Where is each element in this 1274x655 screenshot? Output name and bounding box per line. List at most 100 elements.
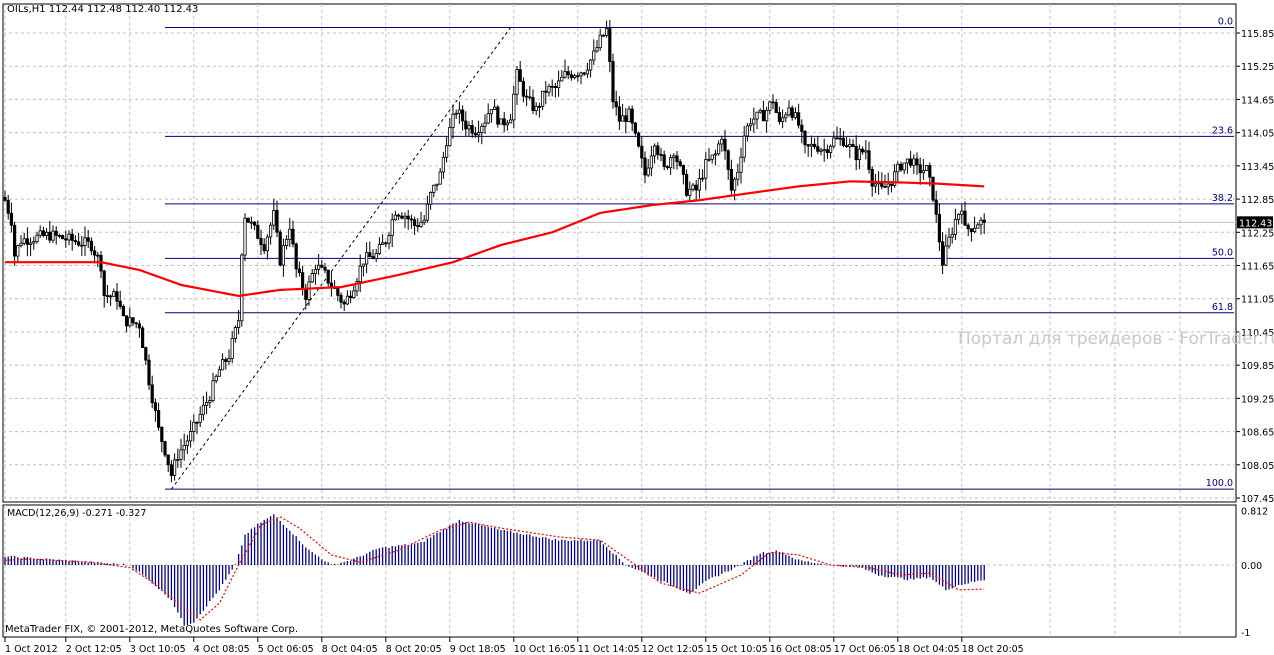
- x-axis-tick-label: 12 Oct 12:05: [642, 644, 704, 655]
- bull-candle-body: [176, 459, 180, 461]
- bear-candle-body: [140, 327, 145, 349]
- y-axis-tick-label: 109.85: [1241, 361, 1274, 372]
- bull-candle-body: [809, 143, 814, 147]
- bull-candle-body: [432, 184, 436, 193]
- bear-candle-body: [25, 238, 30, 245]
- y-axis-tick-label: 115.25: [1241, 62, 1274, 73]
- bull-candle-body: [208, 400, 212, 403]
- bear-candle-body: [329, 282, 334, 288]
- bull-candle-body: [768, 101, 772, 111]
- price-chart[interactable]: 115.85 115.25 114.65 114.05 113.45 112.85 112.…: [0, 0, 1274, 655]
- bull-candle-body: [28, 242, 33, 245]
- y-axis-tick-label: 114.65: [1241, 95, 1274, 106]
- candle: [121, 304, 125, 317]
- bear-candle-body: [550, 85, 554, 88]
- bull-candle-body: [896, 163, 900, 173]
- bull-candle-body: [579, 72, 583, 77]
- bull-candle-body: [905, 158, 910, 164]
- bear-candle-body: [576, 75, 580, 78]
- bear-candle-body: [54, 230, 58, 236]
- bull-candle-body: [758, 109, 762, 113]
- x-axis-tick-label: 15 Oct 10:05: [706, 644, 768, 655]
- bear-candle-body: [521, 80, 526, 97]
- current-price-label: 112.43: [1239, 218, 1272, 229]
- bear-candle-body: [662, 154, 666, 167]
- y-axis-tick-label: 107.45: [1241, 494, 1274, 505]
- y-axis-tick-label: 108.65: [1241, 428, 1274, 439]
- bull-candle-body: [441, 156, 446, 173]
- bear-candle-body: [163, 441, 167, 456]
- bull-candle-body: [976, 224, 980, 229]
- bull-candle-body: [316, 264, 321, 270]
- bear-candle-body: [502, 118, 506, 126]
- bear-candle-body: [899, 163, 903, 171]
- y-axis-tick-label: 112.85: [1241, 195, 1274, 206]
- y-axis-tick-label: 114.05: [1241, 129, 1274, 140]
- bull-candle-body: [284, 239, 289, 247]
- bull-candle-body: [211, 380, 215, 401]
- bull-candle-body: [515, 69, 519, 95]
- x-axis-tick-label: 16 Oct 08:05: [770, 644, 832, 655]
- bear-candle-body: [659, 154, 663, 156]
- bull-candle-body: [688, 188, 692, 196]
- bear-candle-body: [86, 237, 90, 242]
- bull-candle-body: [563, 71, 567, 78]
- bull-candle-body: [358, 265, 362, 282]
- bear-candle-body: [294, 243, 298, 270]
- bear-candle-body: [144, 347, 148, 361]
- bull-candle-body: [201, 404, 205, 415]
- bull-candle-body: [387, 235, 391, 244]
- bear-candle-body: [544, 90, 548, 93]
- bull-candle-body: [307, 281, 311, 300]
- candle: [246, 217, 250, 223]
- bull-candle-body: [486, 113, 490, 124]
- x-axis-tick-label: 18 Oct 20:05: [962, 644, 1024, 655]
- bear-candle-body: [224, 359, 228, 362]
- bull-candle-body: [957, 213, 961, 220]
- bear-candle-body: [915, 158, 919, 166]
- bull-candle-body: [781, 117, 785, 123]
- bull-candle-body: [288, 228, 292, 240]
- bull-candle-body: [230, 338, 234, 359]
- bear-candle-body: [694, 184, 698, 191]
- bull-candle-body: [217, 369, 221, 377]
- bear-candle-body: [300, 272, 305, 289]
- bull-candle-body: [829, 145, 833, 153]
- bull-candle-body: [745, 125, 750, 137]
- bull-candle-body: [960, 210, 964, 215]
- bull-candle-body: [701, 177, 705, 180]
- bear-candle-body: [777, 112, 782, 123]
- bear-candle-body: [252, 221, 257, 226]
- bear-candle-body: [726, 150, 730, 170]
- bull-candle-body: [557, 80, 561, 89]
- bear-candle-body: [147, 359, 151, 386]
- bull-candle-body: [925, 165, 929, 172]
- watermark: Портал для трейдеров - ForTrader.ru: [958, 329, 1274, 349]
- bear-candle-body: [854, 146, 858, 161]
- bull-candle-body: [755, 111, 759, 120]
- bull-candle-body: [448, 127, 452, 147]
- bear-candle-body: [409, 218, 414, 221]
- bear-candle-body: [73, 240, 77, 243]
- bull-candle-body: [598, 34, 602, 49]
- bull-candle-body: [428, 192, 433, 205]
- y-axis-tick-label: 115.85: [1241, 29, 1274, 40]
- bear-candle-body: [464, 120, 468, 130]
- bull-candle-body: [438, 171, 442, 185]
- bear-candle-body: [963, 210, 967, 226]
- bear-candle-body: [937, 213, 942, 243]
- bull-candle-body: [204, 401, 209, 406]
- bear-candle-body: [156, 410, 161, 428]
- bear-candle-body: [566, 71, 570, 76]
- bear-candle-body: [969, 228, 974, 232]
- bull-candle-body: [352, 290, 356, 299]
- bull-candle-body: [541, 90, 545, 107]
- fib-level-label: 38.2: [1212, 193, 1233, 204]
- bull-candle-body: [214, 375, 218, 382]
- candle: [278, 229, 282, 267]
- bull-candle-body: [691, 184, 695, 190]
- bull-candle-body: [345, 295, 350, 305]
- bear-candle-body: [537, 105, 542, 108]
- bull-candle-body: [886, 183, 890, 188]
- bull-candle-body: [467, 125, 471, 130]
